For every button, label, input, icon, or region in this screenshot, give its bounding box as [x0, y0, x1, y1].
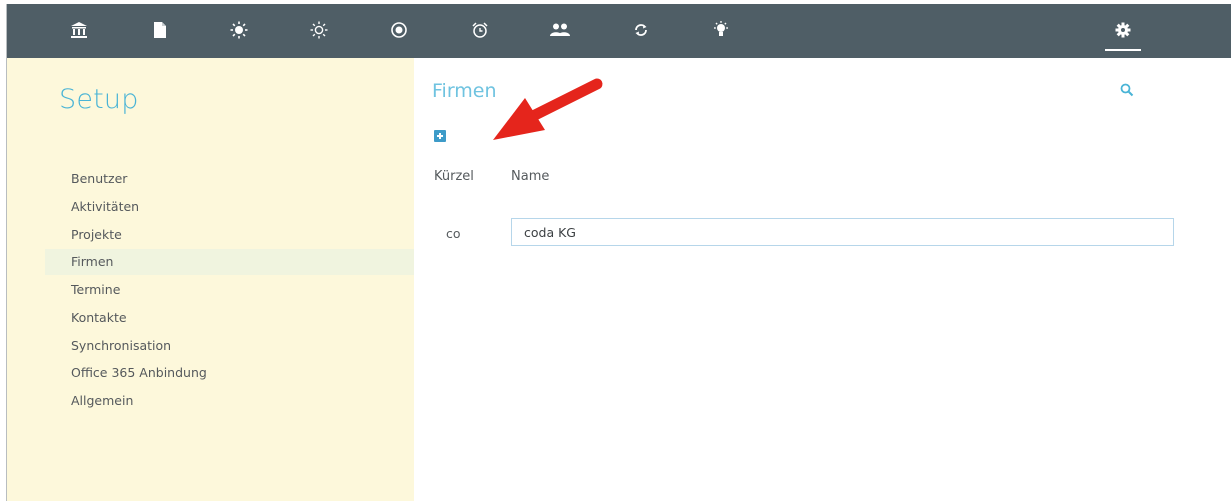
sun-outline-icon[interactable]	[306, 17, 332, 43]
column-header-code: Kürzel	[434, 169, 474, 184]
alarm-clock-icon[interactable]	[467, 17, 493, 43]
app-window: Setup Benutzer Aktivitäten Projekte Firm…	[6, 4, 1231, 501]
annotation-arrow-icon	[493, 78, 603, 140]
active-tab-indicator	[1105, 49, 1141, 51]
sidebar-item-firmen[interactable]: Firmen	[45, 249, 414, 275]
sidebar-item-termine[interactable]: Termine	[45, 277, 414, 303]
add-company-button[interactable]	[434, 130, 446, 142]
top-nav-bar	[7, 4, 1231, 58]
sidebar-item-aktivitaeten[interactable]: Aktivitäten	[45, 194, 414, 220]
search-icon[interactable]	[1120, 82, 1134, 101]
sidebar-item-office365[interactable]: Office 365 Anbindung	[45, 360, 414, 386]
company-code-cell[interactable]: co	[446, 226, 461, 241]
target-icon[interactable]	[386, 17, 412, 43]
sidebar-item-benutzer[interactable]: Benutzer	[45, 166, 414, 192]
setup-sidebar: Setup Benutzer Aktivitäten Projekte Firm…	[7, 58, 414, 501]
sun-icon[interactable]	[226, 17, 252, 43]
users-icon[interactable]	[547, 17, 573, 43]
column-header-name: Name	[511, 169, 550, 184]
lightbulb-icon[interactable]	[708, 17, 734, 43]
sidebar-item-projekte[interactable]: Projekte	[45, 222, 414, 248]
sidebar-title: Setup	[59, 84, 139, 115]
sidebar-item-synchronisation[interactable]: Synchronisation	[45, 333, 414, 359]
bank-icon[interactable]	[66, 17, 92, 43]
refresh-icon[interactable]	[628, 17, 654, 43]
gear-icon[interactable]	[1110, 17, 1136, 43]
company-name-field[interactable]	[511, 218, 1174, 246]
document-icon[interactable]	[147, 17, 173, 43]
sidebar-item-kontakte[interactable]: Kontakte	[45, 305, 414, 331]
sidebar-item-allgemein[interactable]: Allgemein	[45, 388, 414, 414]
